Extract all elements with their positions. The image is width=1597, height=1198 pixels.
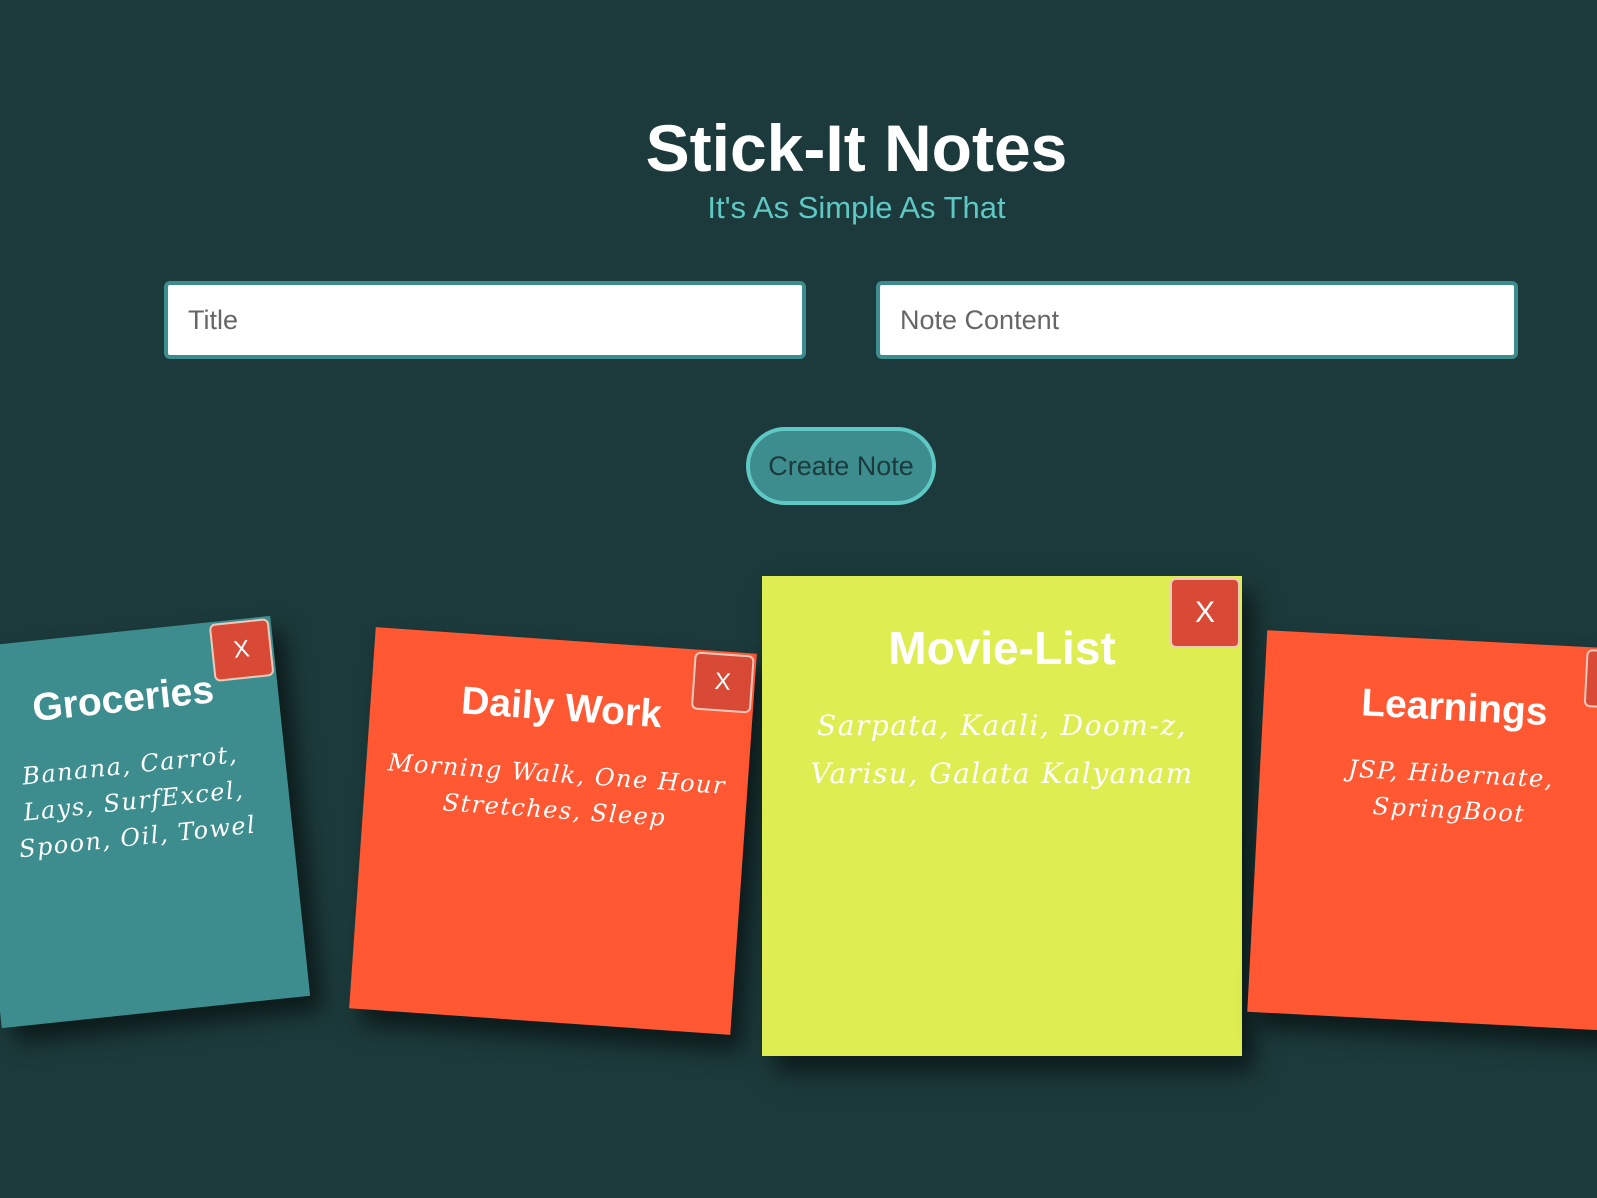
close-note-button[interactable]: X xyxy=(1583,649,1597,711)
note-content: JSP, Hibernate, SpringBoot xyxy=(1347,754,1555,829)
note-title: Learnings xyxy=(1360,681,1549,735)
note-card-groceries: X Groceries Banana, Carrot, Lays, SurfEx… xyxy=(0,615,311,1029)
app-header: Stick-It Notes It's As Simple As That xyxy=(0,108,1597,228)
close-note-button[interactable]: X xyxy=(208,618,275,682)
note-content-input[interactable] xyxy=(876,281,1518,359)
app-subtitle: It's As Simple As That xyxy=(707,190,1006,225)
note-card-daily-work: X Daily Work Morning Walk, One Hour Stre… xyxy=(349,627,757,1035)
close-note-button[interactable]: X xyxy=(690,651,755,714)
note-title: Daily Work xyxy=(459,679,664,737)
note-card-movie-list: X Movie-List Sarpata, Kaali, Doom-z, Var… xyxy=(762,576,1242,1056)
title-input[interactable] xyxy=(164,281,806,359)
create-note-button[interactable]: Create Note xyxy=(746,427,936,505)
note-title: Groceries xyxy=(30,668,216,731)
close-note-button[interactable]: X xyxy=(1170,578,1240,648)
note-content: Morning Walk, One Hour Stretches, Sleep xyxy=(387,748,727,832)
note-content: Sarpata, Kaali, Doom-z, Varisu, Galata K… xyxy=(810,709,1194,790)
note-title: Movie-List xyxy=(888,622,1116,674)
app-title: Stick-It Notes xyxy=(645,111,1068,185)
note-card-learnings: X Learnings JSP, Hibernate, SpringBoot xyxy=(1247,630,1597,1032)
note-content: Banana, Carrot, Lays, SurfExcel, Spoon, … xyxy=(17,740,258,864)
